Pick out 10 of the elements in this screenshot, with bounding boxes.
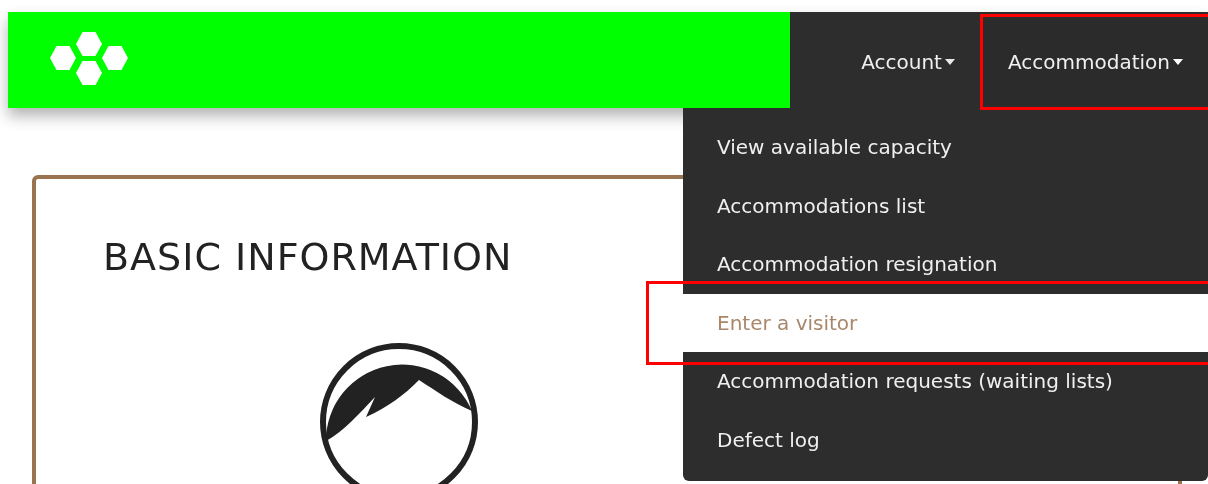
dropdown-menu-item[interactable]: Accommodation requests (waiting lists) (683, 352, 1208, 411)
caret-icon (944, 58, 955, 65)
section-title: BASIC INFORMATION (103, 235, 513, 279)
dropdown-menu-item[interactable]: Accommodation resignation (683, 235, 1208, 294)
avatar-silhouette-icon (318, 341, 480, 484)
dropdown-menu-item[interactable]: View available capacity (683, 118, 1208, 177)
dropdown-menu-item[interactable]: Accommodations list (683, 176, 1208, 235)
nav-menu-item[interactable]: Account (836, 16, 980, 107)
caret-icon (1173, 58, 1183, 65)
dropdown-menu-item[interactable]: Defect log (683, 410, 1208, 469)
